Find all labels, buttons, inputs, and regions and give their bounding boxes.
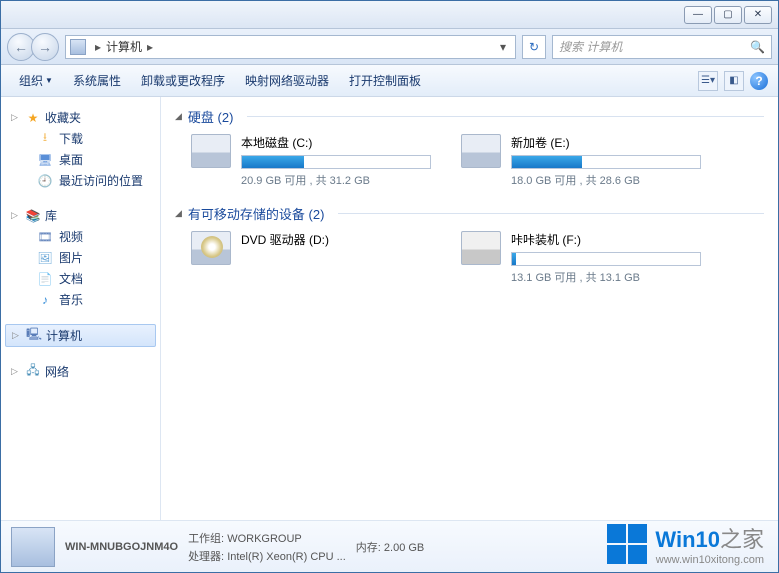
sidebar-item-computer[interactable]: ▷ 🖳 计算机 xyxy=(5,324,156,347)
star-icon: ★ xyxy=(25,110,41,126)
divider xyxy=(338,213,764,214)
sidebar-libraries: ▷ 📚 库 🎞视频 🖼图片 📄文档 ♪音乐 xyxy=(1,205,160,310)
address-dropdown[interactable]: ▾ xyxy=(495,40,511,54)
titlebar: — ▢ ✕ xyxy=(1,1,778,29)
usage-bar xyxy=(241,155,431,169)
watermark-url: www.win10xitong.com xyxy=(655,554,764,566)
usage-bar xyxy=(511,252,701,266)
recent-icon: 🕘 xyxy=(37,173,53,189)
maximize-button[interactable]: ▢ xyxy=(714,6,742,24)
computer-name: WIN-MNUBGOJNM4O xyxy=(65,541,178,553)
sidebar-item-recent[interactable]: 🕘最近访问的位置 xyxy=(1,170,160,191)
system-properties-button[interactable]: 系统属性 xyxy=(65,69,129,92)
cpu-label: 处理器: xyxy=(188,551,224,563)
download-icon: ⭳ xyxy=(37,131,53,147)
navbar: ← → ▸ 计算机 ▸ ▾ ↻ 搜索 计算机 🔍 xyxy=(1,29,778,65)
cpu-value: Intel(R) Xeon(R) CPU ... xyxy=(227,551,346,563)
drive-label: 新加卷 (E:) xyxy=(511,134,701,151)
music-icon: ♪ xyxy=(37,292,53,308)
breadcrumb-dropdown[interactable]: ▸ xyxy=(142,40,158,54)
forward-button[interactable]: → xyxy=(31,33,59,61)
map-network-drive-button[interactable]: 映射网络驱动器 xyxy=(237,69,337,92)
group-removable: ◢ 有可移动存储的设备 (2) DVD 驱动器 (D:) 咔咔装机 ( xyxy=(175,204,764,285)
desktop-icon: 🖥 xyxy=(37,152,53,168)
workgroup-label: 工作组: xyxy=(188,533,224,545)
search-placeholder: 搜索 计算机 xyxy=(559,38,622,55)
group-header-drives[interactable]: ◢ 硬盘 (2) xyxy=(175,107,764,126)
drive-label: DVD 驱动器 (D:) xyxy=(241,231,431,248)
uninstall-programs-button[interactable]: 卸载或更改程序 xyxy=(133,69,233,92)
chevron-icon: ▷ xyxy=(11,210,21,221)
sidebar-network: ▷ 🖧 网络 xyxy=(1,361,160,382)
address-bar[interactable]: ▸ 计算机 ▸ ▾ xyxy=(65,35,516,59)
drive-label: 本地磁盘 (C:) xyxy=(241,134,431,151)
drive-stat: 20.9 GB 可用 , 共 31.2 GB xyxy=(241,172,431,188)
organize-menu[interactable]: 组织▼ xyxy=(11,69,61,92)
library-icon: 📚 xyxy=(25,208,41,224)
toolbar: 组织▼ 系统属性 卸载或更改程序 映射网络驱动器 打开控制面板 ☰▾ ◧ ? xyxy=(1,65,778,97)
sidebar-item-music[interactable]: ♪音乐 xyxy=(1,289,160,310)
drive-stat: 18.0 GB 可用 , 共 28.6 GB xyxy=(511,172,701,188)
divider xyxy=(247,116,764,117)
group-header-removable[interactable]: ◢ 有可移动存储的设备 (2) xyxy=(175,204,764,223)
preview-pane-button[interactable]: ◧ xyxy=(724,71,744,91)
open-control-panel-button[interactable]: 打开控制面板 xyxy=(341,69,429,92)
sidebar-item-desktop[interactable]: 🖥桌面 xyxy=(1,149,160,170)
chevron-icon: ▷ xyxy=(12,330,22,341)
breadcrumb-root-dropdown[interactable]: ▸ xyxy=(90,40,106,54)
drive-d[interactable]: DVD 驱动器 (D:) xyxy=(191,231,431,285)
hard-drive-icon xyxy=(461,134,501,168)
sidebar-item-documents[interactable]: 📄文档 xyxy=(1,268,160,289)
usb-drive-icon xyxy=(461,231,501,265)
breadcrumb-segment[interactable]: 计算机 xyxy=(106,38,142,55)
view-options-button[interactable]: ☰▾ xyxy=(698,71,718,91)
network-icon: 🖧 xyxy=(25,364,41,380)
memory-value: 2.00 GB xyxy=(384,542,424,554)
memory-label: 内存: xyxy=(356,542,381,554)
content-area: ◢ 硬盘 (2) 本地磁盘 (C:) 20.9 GB 可用 , 共 31.2 G… xyxy=(161,97,778,520)
close-button[interactable]: ✕ xyxy=(744,6,772,24)
body: ▷ ★ 收藏夹 ⭳下载 🖥桌面 🕘最近访问的位置 ▷ 📚 库 🎞视频 🖼图片 📄… xyxy=(1,97,778,520)
watermark-text: Win10之家 xyxy=(655,522,764,554)
video-icon: 🎞 xyxy=(37,229,53,245)
computer-icon: 🖳 xyxy=(26,328,42,344)
computer-large-icon xyxy=(11,527,55,567)
sidebar-item-downloads[interactable]: ⭳下载 xyxy=(1,128,160,149)
drive-stat: 13.1 GB 可用 , 共 13.1 GB xyxy=(511,269,701,285)
sidebar-favorites-head[interactable]: ▷ ★ 收藏夹 xyxy=(1,107,160,128)
help-button[interactable]: ? xyxy=(750,72,768,90)
search-icon: 🔍 xyxy=(750,40,765,54)
refresh-button[interactable]: ↻ xyxy=(522,35,546,59)
chevron-icon: ▷ xyxy=(11,366,21,377)
computer-icon xyxy=(70,39,86,55)
document-icon: 📄 xyxy=(37,271,53,287)
hard-drive-icon xyxy=(191,134,231,168)
drive-label: 咔咔装机 (F:) xyxy=(511,231,701,248)
sidebar-libraries-head[interactable]: ▷ 📚 库 xyxy=(1,205,160,226)
collapse-icon: ◢ xyxy=(175,208,182,219)
collapse-icon: ◢ xyxy=(175,111,182,122)
drive-c[interactable]: 本地磁盘 (C:) 20.9 GB 可用 , 共 31.2 GB xyxy=(191,134,431,188)
sidebar-item-videos[interactable]: 🎞视频 xyxy=(1,226,160,247)
sidebar: ▷ ★ 收藏夹 ⭳下载 🖥桌面 🕘最近访问的位置 ▷ 📚 库 🎞视频 🖼图片 📄… xyxy=(1,97,161,520)
windows-logo-icon xyxy=(607,524,647,564)
workgroup-value: WORKGROUP xyxy=(227,533,302,545)
sidebar-item-pictures[interactable]: 🖼图片 xyxy=(1,247,160,268)
explorer-window: — ▢ ✕ ← → ▸ 计算机 ▸ ▾ ↻ 搜索 计算机 🔍 组织▼ 系统属性 … xyxy=(0,0,779,573)
nav-buttons: ← → xyxy=(7,33,59,61)
search-input[interactable]: 搜索 计算机 🔍 xyxy=(552,35,772,59)
sidebar-computer: ▷ 🖳 计算机 xyxy=(1,324,160,347)
minimize-button[interactable]: — xyxy=(684,6,712,24)
sidebar-item-network[interactable]: ▷ 🖧 网络 xyxy=(1,361,160,382)
sidebar-favorites: ▷ ★ 收藏夹 ⭳下载 🖥桌面 🕘最近访问的位置 xyxy=(1,107,160,191)
drive-f[interactable]: 咔咔装机 (F:) 13.1 GB 可用 , 共 13.1 GB xyxy=(461,231,701,285)
chevron-down-icon: ▷ xyxy=(11,112,21,123)
dvd-drive-icon xyxy=(191,231,231,265)
group-hard-drives: ◢ 硬盘 (2) 本地磁盘 (C:) 20.9 GB 可用 , 共 31.2 G… xyxy=(175,107,764,188)
usage-bar xyxy=(511,155,701,169)
picture-icon: 🖼 xyxy=(37,250,53,266)
drive-e[interactable]: 新加卷 (E:) 18.0 GB 可用 , 共 28.6 GB xyxy=(461,134,701,188)
watermark: Win10之家 www.win10xitong.com xyxy=(607,522,764,566)
